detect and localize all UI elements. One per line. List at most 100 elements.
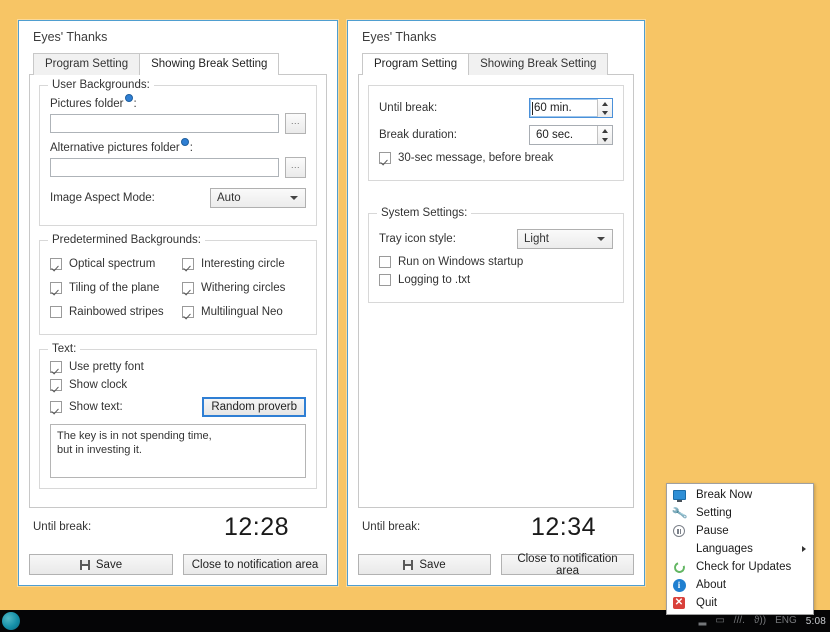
window-body-right: Program Setting Showing Break Setting Un… <box>348 53 644 585</box>
until-break-setting-label: Until break: <box>379 102 438 114</box>
browse-alternative-folder-button[interactable]: ... <box>285 157 306 178</box>
alt-folder-colon: : <box>189 142 193 154</box>
window-title: Eyes' Thanks <box>362 30 437 44</box>
window-program-setting[interactable]: Eyes' Thanks Program Setting Showing Bre… <box>347 20 645 586</box>
info-icon[interactable] <box>180 138 189 146</box>
checkbox-box[interactable] <box>50 306 62 318</box>
until-break-spinner-buttons[interactable] <box>597 99 612 117</box>
menu-item-about[interactable]: i About <box>667 576 813 594</box>
until-break-row: Until break: 12:34 <box>358 510 634 544</box>
checkbox-show-clock[interactable]: Show clock <box>50 379 306 391</box>
proverb-textarea[interactable]: The key is in not spending time, but in … <box>50 424 306 478</box>
menu-item-label: Check for Updates <box>696 561 792 573</box>
tab-program-setting[interactable]: Program Setting <box>362 53 470 75</box>
checkbox-logging-to-txt[interactable]: Logging to .txt <box>379 274 613 286</box>
volume-icon[interactable]: ϑ)) <box>754 616 766 626</box>
pause-icon <box>671 523 687 539</box>
footer-right: Until break: 12:34 Save Close to notific… <box>358 510 634 577</box>
until-break-spinner[interactable]: 60 min. <box>529 98 613 118</box>
checkbox-rainbowed-stripes[interactable]: Rainbowed stripes <box>50 306 174 318</box>
spinner-up-button[interactable] <box>598 99 612 108</box>
checkbox-interesting-circle[interactable]: Interesting circle <box>182 258 306 270</box>
pictures-folder-input[interactable] <box>50 114 279 133</box>
checkbox-label: Tiling of the plane <box>69 282 160 294</box>
checkbox-box[interactable] <box>50 401 62 413</box>
checkbox-optical-spectrum[interactable]: Optical spectrum <box>50 258 174 270</box>
taskbar-clock[interactable]: 5:08 <box>806 616 826 627</box>
spinner-down-button[interactable] <box>598 108 612 117</box>
tray-icon-style-select[interactable]: Light <box>517 229 613 249</box>
network-icon[interactable]: ///. <box>734 616 745 626</box>
checkbox-box[interactable] <box>379 152 391 164</box>
break-duration-spinner-value[interactable]: 60 sec. <box>530 126 597 144</box>
menu-item-setting[interactable]: 🔧 Setting <box>667 504 813 522</box>
checkbox-box[interactable] <box>50 258 62 270</box>
break-duration-spinner-buttons[interactable] <box>597 126 612 144</box>
until-break-clock: 12:28 <box>223 512 289 541</box>
pictures-folder-label: Pictures folder: <box>50 94 306 110</box>
checkbox-box[interactable] <box>182 258 194 270</box>
menu-item-quit[interactable]: ✕ Quit <box>667 594 813 612</box>
alternative-pictures-folder-input[interactable] <box>50 158 279 177</box>
checkbox-box[interactable] <box>50 361 62 373</box>
until-break-clock: 12:34 <box>530 512 596 541</box>
image-aspect-mode-value: Auto <box>217 192 241 204</box>
tab-showing-break-setting[interactable]: Showing Break Setting <box>139 53 280 75</box>
save-button[interactable]: Save <box>29 554 173 575</box>
checkbox-label: Logging to .txt <box>398 274 471 286</box>
image-aspect-mode-select[interactable]: Auto <box>210 188 306 208</box>
checkbox-use-pretty-font[interactable]: Use pretty font <box>50 361 306 373</box>
until-break-row: Until break: 12:28 <box>29 510 327 544</box>
close-to-notification-area-button[interactable]: Close to notification area <box>501 553 634 577</box>
predetermined-checkbox-grid: Optical spectrum Interesting circle Tili… <box>50 252 306 324</box>
checkbox-show-text[interactable]: Show text: <box>50 401 123 413</box>
spinner-down-button[interactable] <box>598 135 612 144</box>
save-button[interactable]: Save <box>358 554 491 575</box>
checkbox-run-on-windows-startup[interactable]: Run on Windows startup <box>379 256 613 268</box>
checkbox-tiling-of-the-plane[interactable]: Tiling of the plane <box>50 282 174 294</box>
close-to-notification-area-button[interactable]: Close to notification area <box>183 554 327 575</box>
start-button[interactable] <box>2 612 20 630</box>
break-duration-value-text: 60 sec. <box>536 129 574 141</box>
tab-program-setting[interactable]: Program Setting <box>33 53 141 75</box>
checkbox-label: Withering circles <box>201 282 286 294</box>
menu-item-label: Pause <box>696 525 729 537</box>
menu-item-languages[interactable]: Languages <box>667 540 813 558</box>
language-indicator[interactable]: ENG <box>775 616 797 626</box>
checkbox-box[interactable] <box>50 282 62 294</box>
checkbox-withering-circles[interactable]: Withering circles <box>182 282 306 294</box>
group-break-timings: Until break: 60 min. Break duration: 60 … <box>368 85 624 181</box>
save-button-label: Save <box>419 558 446 571</box>
menu-item-label: Languages <box>696 543 753 555</box>
tray-icon-2[interactable]: ▭ <box>715 616 724 626</box>
menu-item-check-for-updates[interactable]: Check for Updates <box>667 558 813 576</box>
wrench-icon: 🔧 <box>670 504 688 522</box>
close-icon: ✕ <box>673 597 685 609</box>
tray-icon-1[interactable]: ▂ <box>699 616 707 626</box>
alternative-pictures-folder-label: Alternative pictures folder: <box>50 138 306 154</box>
checkbox-box[interactable] <box>182 282 194 294</box>
tab-showing-break-setting[interactable]: Showing Break Setting <box>468 53 609 75</box>
menu-item-break-now[interactable]: Break Now <box>667 486 813 504</box>
browse-pictures-folder-button[interactable]: ... <box>285 113 306 134</box>
ellipsis-icon: ... <box>290 115 300 126</box>
checkbox-multilingual-neo[interactable]: Multilingual Neo <box>182 306 306 318</box>
info-icon[interactable] <box>124 94 133 102</box>
spinner-up-button[interactable] <box>598 126 612 135</box>
checkbox-label: Rainbowed stripes <box>69 306 164 318</box>
footer-buttons: Save Close to notification area <box>29 554 327 575</box>
checkbox-box[interactable] <box>379 256 391 268</box>
menu-item-pause[interactable]: Pause <box>667 522 813 540</box>
random-proverb-button[interactable]: Random proverb <box>202 397 306 417</box>
ellipsis-icon: ... <box>290 159 300 170</box>
window-showing-break-setting[interactable]: Eyes' Thanks Program Setting Showing Bre… <box>18 20 338 586</box>
checkbox-box[interactable] <box>379 274 391 286</box>
checkbox-label: Optical spectrum <box>69 258 156 270</box>
until-break-spinner-value[interactable]: 60 min. <box>530 99 597 117</box>
tray-context-menu[interactable]: Break Now 🔧 Setting Pause Languages Chec… <box>666 483 814 615</box>
refresh-icon <box>671 559 687 575</box>
break-duration-spinner[interactable]: 60 sec. <box>529 125 613 145</box>
checkbox-30-sec-message[interactable]: 30-sec message, before break <box>379 152 613 164</box>
checkbox-box[interactable] <box>182 306 194 318</box>
checkbox-box[interactable] <box>50 379 62 391</box>
